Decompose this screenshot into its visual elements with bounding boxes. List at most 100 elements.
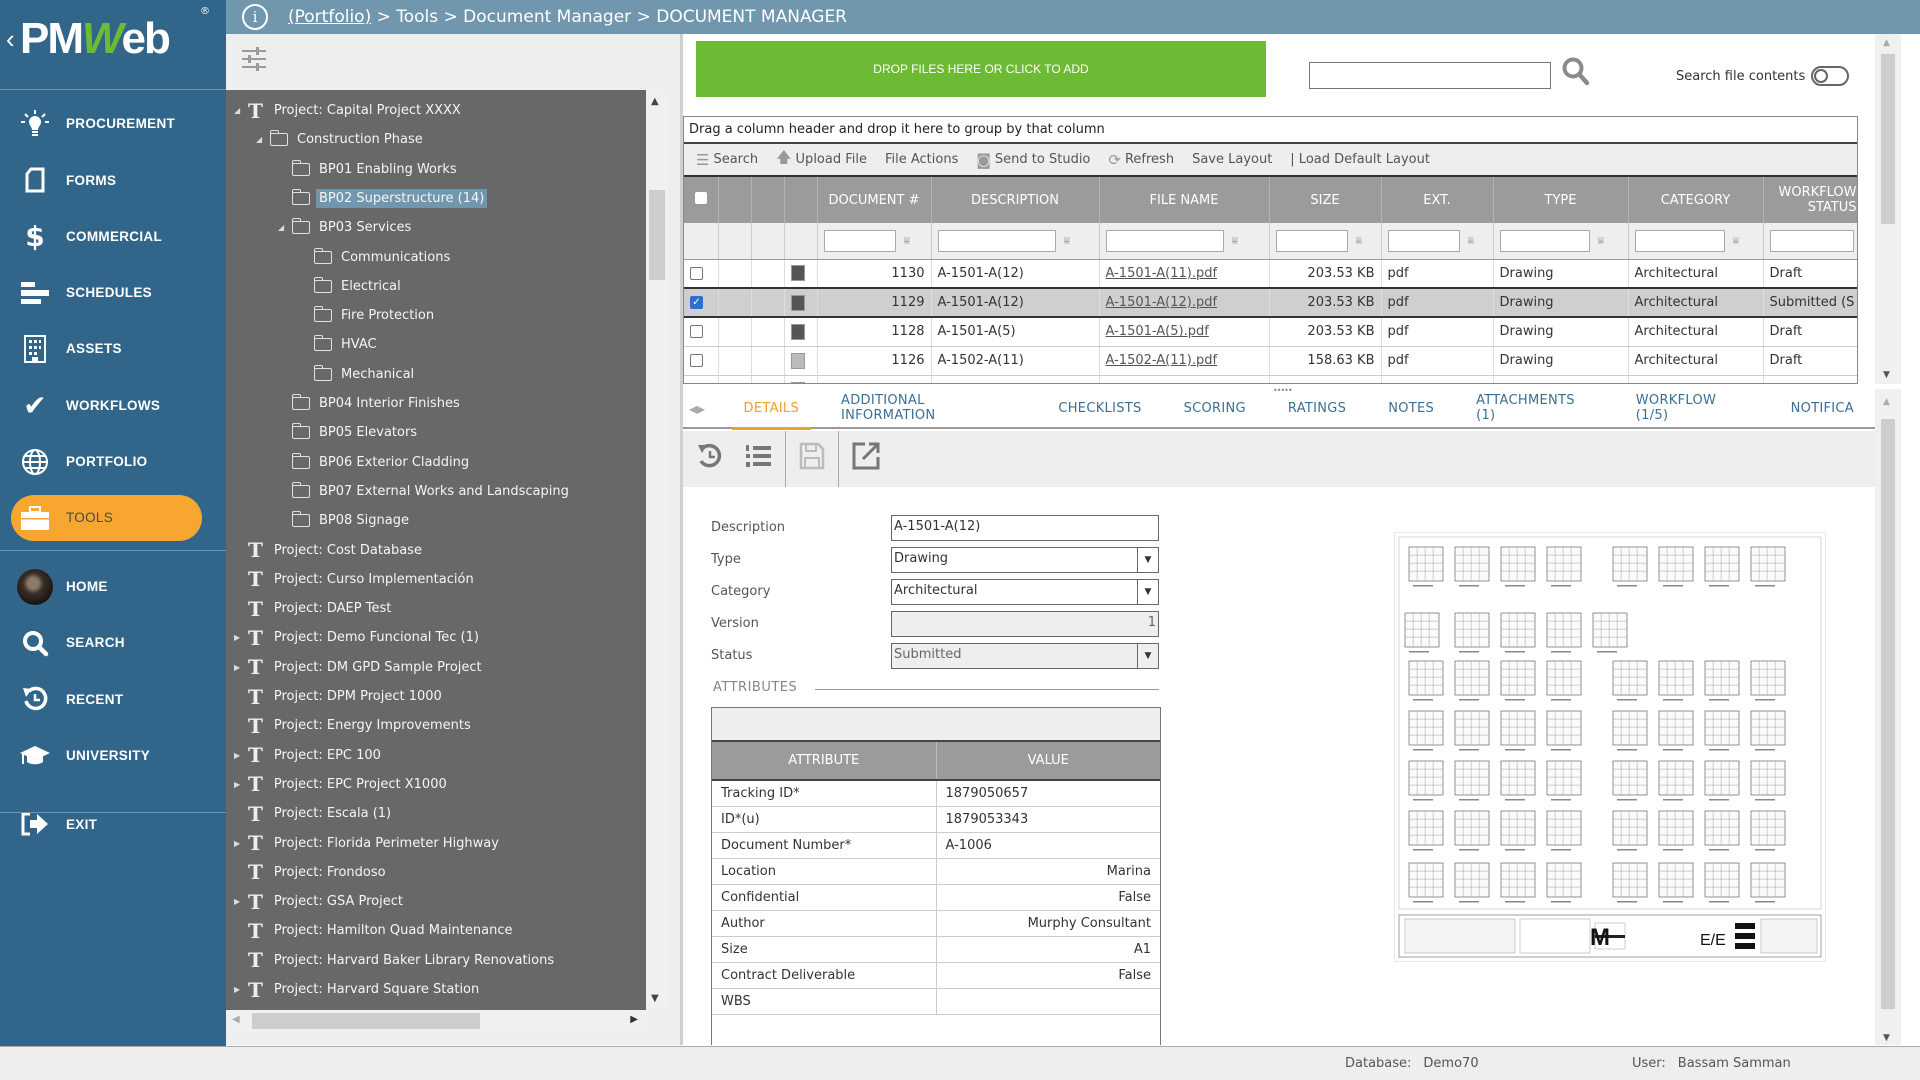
- attribute-value-cell[interactable]: A-1006: [936, 832, 1160, 859]
- row-checkbox[interactable]: [690, 354, 703, 367]
- send-to-studio-button[interactable]: ◙ Send to Studio: [976, 151, 1090, 169]
- pmweb-logo[interactable]: ‹ PMWeb ®: [0, 0, 226, 90]
- file-name-link[interactable]: A-1502-A(11).pdf: [1106, 353, 1218, 368]
- tree-project-node[interactable]: ◢ T Project: Capital Project XXXX: [234, 96, 464, 125]
- collapsed-triangle-icon[interactable]: ▶: [234, 633, 244, 642]
- file-thumbnail-icon[interactable]: [790, 352, 805, 369]
- tree-project-node[interactable]: T Project: DAEP Test: [234, 594, 394, 623]
- row-checkbox[interactable]: [690, 383, 703, 384]
- attribute-value-cell[interactable]: Murphy Consultant: [936, 910, 1160, 937]
- tree-folder-node[interactable]: Electrical: [300, 272, 404, 301]
- filter-input[interactable]: [823, 229, 896, 252]
- tree-folder-node[interactable]: BP02 Superstructure (14): [278, 184, 488, 213]
- scroll-down-arrow-icon[interactable]: ▼: [1883, 1033, 1890, 1043]
- tab-workflow-1-5[interactable]: WORKFLOW (1/5): [1636, 388, 1749, 428]
- attribute-row[interactable]: ID*(u) 1879053343: [712, 806, 1160, 833]
- tree-project-node[interactable]: T Project: Energy Improvements: [234, 711, 474, 740]
- col-header-workflow-status[interactable]: WORKFLOW STATUS: [1763, 177, 1857, 223]
- tree-folder-node[interactable]: BP01 Enabling Works: [278, 155, 460, 184]
- upload-file-button[interactable]: 🡅 Upload File: [776, 147, 867, 172]
- filter-icon[interactable]: ⩸: [1598, 234, 1605, 248]
- sidebar-item-recent[interactable]: RECENT: [0, 676, 226, 722]
- filter-input[interactable]: [1387, 229, 1460, 252]
- expanded-triangle-icon[interactable]: ◢: [234, 106, 244, 115]
- tab-scoring[interactable]: SCORING: [1184, 388, 1246, 428]
- attribute-row[interactable]: Location Marina: [712, 858, 1160, 885]
- filter-input[interactable]: [1275, 229, 1348, 252]
- table-row[interactable]: 1127A-1502-A(10) A-1502-A(10).pdf 158.63 K…: [684, 375, 1857, 384]
- col-header-ext[interactable]: EXT.: [1381, 177, 1494, 223]
- col-header-size[interactable]: SIZE: [1269, 177, 1382, 223]
- filter-icon[interactable]: ⩸: [1733, 234, 1740, 248]
- tab-attachments-1[interactable]: ATTACHMENTS (1): [1476, 388, 1594, 428]
- sidebar-item-procurement[interactable]: PROCUREMENT: [0, 101, 226, 147]
- tab-details[interactable]: DETAILS: [731, 388, 812, 430]
- search-file-contents-toggle[interactable]: [1811, 66, 1850, 86]
- collapsed-triangle-icon[interactable]: ▶: [234, 663, 244, 672]
- attribute-value-cell[interactable]: 1879053343: [936, 806, 1160, 833]
- sidebar-item-home[interactable]: HOME: [0, 564, 226, 610]
- tree-folder-node[interactable]: BP08 Signage: [278, 506, 412, 535]
- file-thumbnail-icon[interactable]: [790, 381, 805, 383]
- sidebar-item-search[interactable]: SEARCH: [0, 620, 226, 666]
- sidebar-item-tools[interactable]: TOOLS: [11, 494, 202, 541]
- attribute-row[interactable]: Confidential False: [712, 884, 1160, 911]
- breadcrumb-portfolio-link[interactable]: (Portfolio): [288, 7, 371, 27]
- tab-additional-information[interactable]: ADDITIONAL INFORMATION: [841, 388, 1016, 428]
- tree-folder-node[interactable]: HVAC: [300, 330, 380, 359]
- attribute-row[interactable]: Contract Deliverable False: [712, 962, 1160, 989]
- scrollbar-thumb[interactable]: [1881, 54, 1895, 224]
- attribute-row[interactable]: Author Murphy Consultant: [712, 910, 1160, 937]
- sidebar-item-assets[interactable]: ASSETS: [0, 326, 226, 372]
- col-header-document-number[interactable]: DOCUMENT #: [817, 177, 932, 223]
- col-header-category[interactable]: CATEGORY: [1628, 177, 1764, 223]
- tab-notifica[interactable]: NOTIFICA: [1791, 388, 1854, 428]
- filter-icon[interactable]: ⩸: [1232, 234, 1239, 248]
- tree-project-node[interactable]: T Project: Frondoso: [234, 858, 389, 887]
- tree-project-node[interactable]: ▶ T Project: Florida Perimeter Highway: [234, 829, 502, 858]
- sidebar-item-portfolio[interactable]: PORTFOLIO: [0, 439, 226, 485]
- scroll-up-arrow-icon[interactable]: ▲: [651, 96, 659, 107]
- tree-project-node[interactable]: ▶ T Project: GSA Project: [234, 887, 406, 916]
- tree-project-node[interactable]: T Project: Escala (1): [234, 799, 394, 828]
- tree-folder-node[interactable]: Fire Protection: [300, 301, 437, 330]
- filter-input[interactable]: [1499, 229, 1590, 252]
- expanded-triangle-icon[interactable]: ◢: [278, 223, 288, 232]
- tab-ratings[interactable]: RATINGS: [1288, 388, 1346, 428]
- tab-notes[interactable]: NOTES: [1388, 388, 1434, 428]
- row-checkbox[interactable]: [690, 325, 703, 339]
- tree-project-node[interactable]: T Project: Harvard Baker Library Renovati…: [234, 946, 557, 975]
- table-row[interactable]: 1128 A-1501-A(5) A-1501-A(5).pdf 203.53 KB p…: [684, 317, 1857, 347]
- file-thumbnail-icon[interactable]: [790, 265, 805, 282]
- collapsed-triangle-icon[interactable]: ▶: [234, 897, 244, 906]
- col-header-file-name[interactable]: FILE NAME: [1099, 177, 1270, 223]
- tree-project-node[interactable]: ▶ T Project: EPC 100: [234, 741, 384, 770]
- collapsed-triangle-icon[interactable]: ▶: [234, 751, 244, 760]
- attribute-value-cell[interactable]: [936, 988, 1160, 1015]
- back-chevron-icon[interactable]: ‹: [6, 24, 15, 55]
- tree-project-node[interactable]: T Project: Hamilton Quad Maintenance: [234, 916, 515, 945]
- scrollbar-thumb[interactable]: [252, 1013, 480, 1029]
- filter-icon[interactable]: ⩸: [1356, 234, 1363, 248]
- search-button[interactable]: ☰ Search: [696, 151, 758, 169]
- search-input[interactable]: [1309, 62, 1551, 89]
- save-layout-button[interactable]: Save Layout: [1192, 152, 1272, 167]
- sidebar-item-schedules[interactable]: SCHEDULES: [0, 270, 226, 316]
- main-vertical-scrollbar[interactable]: ▲ ▼: [1875, 34, 1901, 384]
- open-external-icon[interactable]: [851, 441, 881, 478]
- scrollbar-thumb[interactable]: [1881, 419, 1895, 1009]
- attribute-row[interactable]: Tracking ID* 1879050657: [712, 780, 1160, 807]
- table-row[interactable]: ✓ 1129 A-1501-A(12) A-1501-A(12).pdf 203.53 …: [684, 287, 1857, 318]
- scroll-left-arrow-icon[interactable]: ◀: [232, 1014, 240, 1025]
- info-icon[interactable]: i: [242, 4, 268, 30]
- tab-scroll-arrows-icon[interactable]: ◂▸: [689, 399, 723, 418]
- attribute-row[interactable]: WBS: [712, 988, 1160, 1015]
- attribute-value-cell[interactable]: False: [936, 962, 1160, 989]
- filter-icon[interactable]: ⩸: [1468, 234, 1475, 248]
- attribute-value-cell[interactable]: Marina: [936, 858, 1160, 885]
- refresh-button[interactable]: ⟳ Refresh: [1108, 151, 1174, 169]
- collapsed-triangle-icon[interactable]: ▶: [234, 780, 244, 789]
- tree-folder-node[interactable]: Communications: [300, 243, 453, 272]
- select-all-header[interactable]: [684, 177, 719, 223]
- col-header-type[interactable]: TYPE: [1493, 177, 1629, 223]
